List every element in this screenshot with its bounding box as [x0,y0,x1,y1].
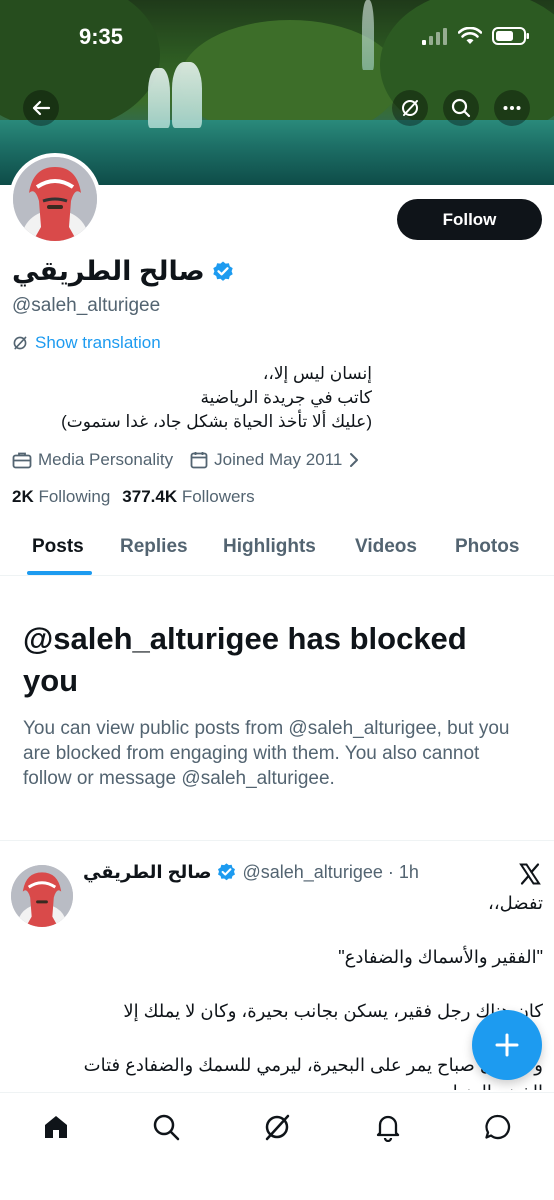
messages-icon [485,1114,511,1140]
tab-active-indicator [27,571,92,575]
grok-icon [13,336,27,350]
tab-posts[interactable]: Posts [32,536,84,558]
followers-count: 377.4K [122,487,178,506]
show-translation-label: Show translation [35,333,161,352]
post-line: تفضل،، [488,893,543,913]
verified-badge-icon [218,863,236,881]
home-icon [45,1116,67,1138]
back-button[interactable] [23,90,59,126]
verified-badge-icon[interactable] [211,260,235,284]
bio-line: كاتب في جريدة الرياضية [200,388,373,407]
blocked-description: You can view public posts from @saleh_al… [23,718,510,789]
category-label: Media Personality [38,450,174,469]
post-author-name[interactable]: صالح الطريقي [83,862,211,883]
tab-videos[interactable]: Videos [355,536,417,558]
calendar-icon [190,452,208,469]
post-body[interactable]: تفضل،، "الفقير والأسماك والضفادع" كان هن… [83,890,543,1090]
profile-avatar[interactable] [9,153,101,245]
plus-icon [495,1033,519,1057]
nav-grok[interactable] [259,1109,295,1145]
avatar-image [11,865,73,927]
follow-button[interactable]: Follow [397,199,542,240]
signal-icon [422,28,447,45]
bottom-nav [0,1092,554,1200]
show-translation-link[interactable]: Show translation [12,333,161,353]
profile-handle: @saleh_alturigee [12,295,161,316]
search-icon [451,98,471,118]
compose-button[interactable] [472,1010,542,1080]
nav-messages[interactable] [480,1109,516,1145]
post-line: كان هناك رجل فقير، يسكن بجانب بحيرة، وكا… [123,1001,543,1021]
post-line: "الفقير والأسماك والضفادع" [338,947,543,967]
post-author-handle[interactable]: @saleh_alturigee [242,862,382,883]
display-name: صالح الطريقي [12,256,205,286]
back-arrow-icon [32,100,51,116]
post-header: صالح الطريقي @saleh_alturigee · 1h [83,862,419,883]
follow-counts: 2K Following 377.4K Followers [12,487,255,507]
profile-tabs: Posts Replies Highlights Videos Photos [0,520,554,576]
category-item: Media Personality [12,450,173,470]
divider [0,840,554,841]
bio-line: (عليك ألا تأخذ الحياة بشكل جاد، غدا ستمو… [61,412,372,431]
x-logo-icon [519,863,541,885]
avatar-image [13,157,97,241]
nav-notifications[interactable] [370,1109,406,1145]
banner-waterfall [362,0,374,70]
grok-icon [402,100,418,116]
briefcase-icon [12,452,32,469]
following-count: 2K [12,487,34,506]
notifications-icon [376,1115,400,1142]
wifi-icon [458,27,482,44]
bio-line: إنسان ليس إلا،، [262,364,372,383]
chevron-right-icon [350,453,359,467]
battery-icon [492,27,529,45]
post-avatar[interactable] [11,865,73,927]
grok-icon [265,1114,290,1141]
status-icons [420,26,530,46]
post-time: · 1h [387,862,419,882]
followers-label: Followers [181,487,255,506]
more-icon [503,106,521,110]
joined-label: Joined May 2011 [214,450,343,469]
nav-home[interactable] [38,1109,74,1145]
following-label: Following [38,487,111,506]
profile-meta: Media Personality Joined May 2011 [12,450,360,470]
banner-waterfall [172,62,202,128]
more-button[interactable] [494,90,530,126]
search-icon [153,1114,180,1141]
nav-search[interactable] [148,1109,184,1145]
name-row: صالح الطريقي [12,256,235,287]
joined-item[interactable]: Joined May 2011 [190,450,360,470]
blocked-title: @saleh_alturigee has blocked you [23,621,467,698]
following-link[interactable]: 2K Following [12,487,110,507]
tab-replies[interactable]: Replies [120,536,188,558]
followers-link[interactable]: 377.4K Followers [122,487,254,507]
status-time: 9:35 [79,24,124,49]
tab-highlights[interactable]: Highlights [223,536,316,558]
grok-button[interactable] [392,90,428,126]
banner-waterfall [148,68,170,128]
search-button[interactable] [443,90,479,126]
profile-bio: إنسان ليس إلا،، كاتب في جريدة الرياضية (… [12,362,372,434]
tab-photos[interactable]: Photos [455,536,519,558]
